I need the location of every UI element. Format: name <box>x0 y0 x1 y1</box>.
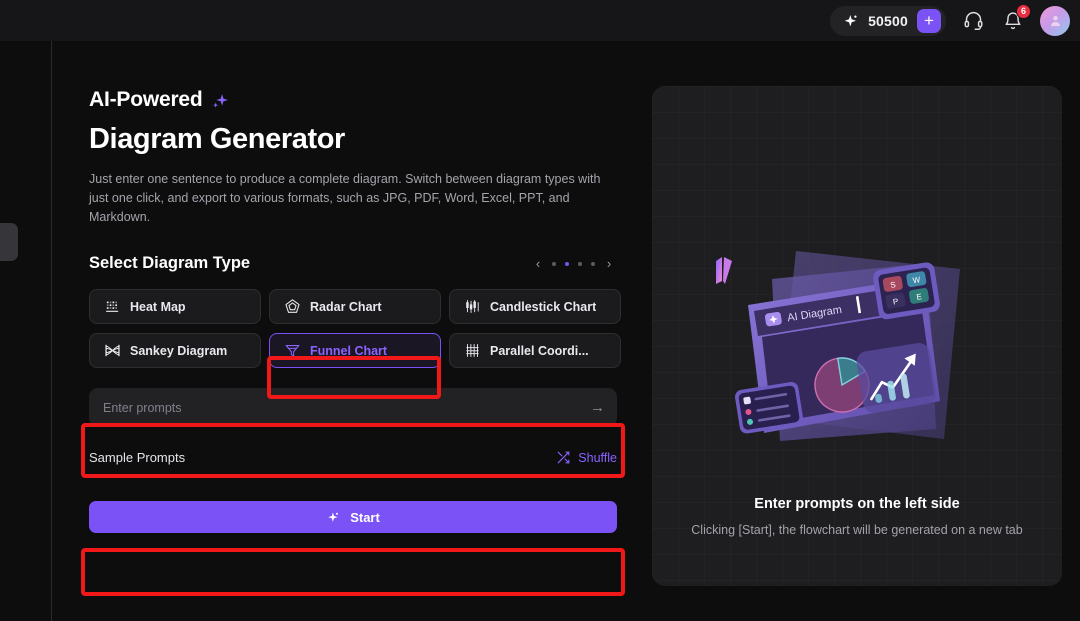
radar-chart-icon <box>285 299 300 313</box>
diagram-type-candlestick-chart[interactable]: Candlestick Chart <box>449 289 621 324</box>
prompt-row: → <box>89 388 617 427</box>
brand-logo-icon <box>716 257 732 284</box>
start-button[interactable]: Start <box>89 501 617 533</box>
export-formats-panel: S W P E <box>873 262 940 320</box>
diagram-type-label: Parallel Coordi... <box>490 343 589 358</box>
generator-form: AI-Powered Diagram Generator Just enter … <box>89 88 659 533</box>
candlestick-icon <box>466 300 479 313</box>
carousel-dot[interactable] <box>552 261 556 266</box>
start-button-label: Start <box>350 509 380 525</box>
diagram-type-label: Radar Chart <box>310 299 382 314</box>
hero-eyebrow: AI-Powered <box>89 88 659 112</box>
diagram-type-label: Funnel Chart <box>310 343 388 358</box>
notification-badge: 6 <box>1016 3 1031 19</box>
diagram-illustration: AI Diagram S W P E <box>716 251 960 441</box>
top-bar: 50500 + 6 <box>0 0 1080 41</box>
preview-panel: AI Diagram S W P E Enter prompts on the … <box>652 86 1062 586</box>
diagram-type-grid: Heat Map Radar Chart Candlestick Chart S… <box>89 289 621 368</box>
page-title: Diagram Generator <box>89 123 345 155</box>
user-avatar-icon <box>1050 16 1060 27</box>
headset-icon <box>964 11 982 30</box>
sankey-icon <box>105 344 120 357</box>
diagram-type-funnel-chart[interactable]: Funnel Chart <box>269 333 441 368</box>
prompt-box[interactable]: → <box>89 388 617 427</box>
carousel-dot[interactable] <box>578 261 582 266</box>
preview-heading: Enter prompts on the left side <box>754 496 960 512</box>
avatar[interactable] <box>1040 5 1070 36</box>
notifications-button[interactable]: 6 <box>1000 3 1031 34</box>
shuffle-icon <box>557 451 570 464</box>
support-button[interactable] <box>960 8 986 34</box>
parallel-coords-icon <box>466 344 479 357</box>
sample-prompts-label: Sample Prompts <box>89 450 186 465</box>
hero-eyebrow-label: AI-Powered <box>89 88 203 111</box>
carousel-prev-icon[interactable]: ‹ <box>533 257 543 270</box>
arrow-right-icon[interactable]: → <box>590 400 605 415</box>
diagram-type-sankey-diagram[interactable]: Sankey Diagram <box>89 333 261 368</box>
diagram-type-label: Heat Map <box>130 299 186 314</box>
carousel-dot-active[interactable] <box>565 261 569 266</box>
selector-title: Select Diagram Type <box>89 254 251 272</box>
preview-subtext: Clicking [Start], the flowchart will be … <box>691 523 1023 537</box>
add-credit-button[interactable]: + <box>917 8 941 33</box>
rail-collapse-handle[interactable] <box>0 223 18 261</box>
diagram-type-parallel-coordinates[interactable]: Parallel Coordi... <box>449 333 621 368</box>
hero-description: Just enter one sentence to produce a com… <box>89 172 601 224</box>
start-row: Start <box>89 501 617 533</box>
credit-amount: 50500 <box>868 12 908 29</box>
sample-prompts-row: Sample Prompts Shuffle <box>89 450 617 465</box>
type-carousel-controls: ‹ › <box>533 257 614 270</box>
main-content: AI-Powered Diagram Generator Just enter … <box>53 41 1080 621</box>
heat-map-icon <box>106 301 119 312</box>
credit-chip[interactable]: 50500 + <box>830 5 946 36</box>
diagram-type-label: Sankey Diagram <box>130 343 228 358</box>
shuffle-button[interactable]: Shuffle <box>556 450 617 465</box>
prompt-input[interactable] <box>103 400 590 415</box>
carousel-dot[interactable] <box>591 261 595 266</box>
sparkle-icon <box>844 14 857 26</box>
sparkle-icon <box>328 512 339 522</box>
left-rail <box>0 41 52 621</box>
funnel-icon <box>285 345 300 357</box>
shuffle-label: Shuffle <box>578 450 617 465</box>
sparkle-icon <box>212 93 228 108</box>
app-root: 50500 + 6 AI-Powered Diagram Generator J… <box>0 0 1080 621</box>
diagram-type-heat-map[interactable]: Heat Map <box>89 289 261 324</box>
annotation-box-start-button <box>81 548 625 596</box>
selector-header: Select Diagram Type ‹ › <box>89 254 614 273</box>
carousel-next-icon[interactable]: › <box>604 257 614 270</box>
diagram-type-label: Candlestick Chart <box>490 299 597 314</box>
diagram-type-radar-chart[interactable]: Radar Chart <box>269 289 441 324</box>
